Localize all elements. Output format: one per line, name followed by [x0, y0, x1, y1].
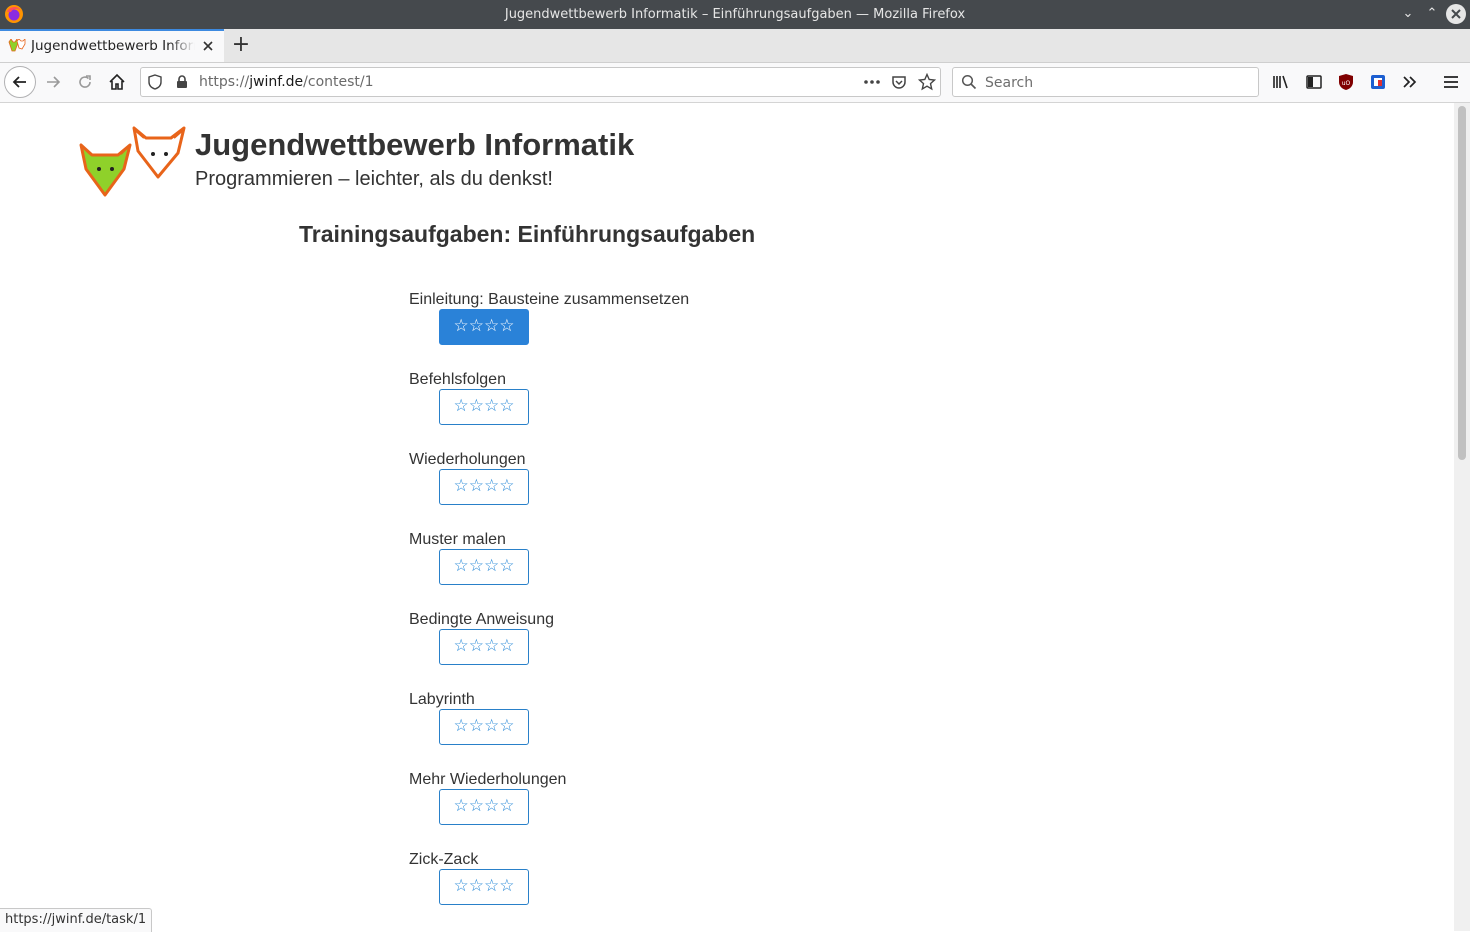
task-name: Zick-Zack	[409, 851, 479, 868]
maximize-window-icon[interactable]: ⌃	[1422, 4, 1442, 24]
task-name: Bedingte Anweisung	[409, 611, 554, 628]
forward-button[interactable]	[38, 67, 68, 97]
url-text[interactable]: https://jwinf.de/contest/1	[199, 68, 374, 96]
site-title: Jugendwettbewerb Informatik	[195, 127, 635, 162]
task-open-button[interactable]: ☆☆☆☆	[439, 869, 529, 905]
tab-jugendwettbewerb[interactable]: Jugendwettbewerb Informatik – Einführung…	[0, 29, 224, 62]
address-bar[interactable]: https://jwinf.de/contest/1	[140, 67, 941, 97]
library-icon	[1273, 75, 1288, 89]
tab-close-icon[interactable]	[199, 37, 217, 55]
url-path: /contest/1	[303, 74, 374, 90]
task-open-button[interactable]: ☆☆☆☆	[439, 629, 529, 665]
back-button[interactable]	[4, 66, 36, 98]
url-scheme: https://	[199, 74, 250, 90]
container-extension-button[interactable]	[1363, 67, 1393, 97]
hamburger-menu-button[interactable]	[1436, 67, 1466, 97]
sidebar-icon	[1306, 75, 1322, 89]
page-actions-icon[interactable]	[863, 75, 881, 89]
jwinf-foxes-logo-icon[interactable]	[78, 125, 188, 200]
tab-strip: Jugendwettbewerb Informatik – Einführung…	[0, 29, 1470, 63]
task-open-button[interactable]: ☆☆☆☆	[439, 389, 529, 425]
new-tab-button[interactable]: +	[230, 32, 252, 58]
task-name: Einleitung: Bausteine zusammensetzen	[409, 291, 690, 308]
search-bar[interactable]	[952, 67, 1259, 97]
lock-icon[interactable]	[175, 75, 189, 89]
page-content: Jugendwettbewerb Informatik Programmiere…	[0, 103, 1454, 931]
task-name: Befehlsfolgen	[409, 371, 506, 388]
contest-title: Trainingsaufgaben: Einführungsaufgaben	[299, 221, 756, 247]
task-open-button[interactable]: ☆☆☆☆	[439, 709, 529, 745]
status-link-preview: https://jwinf.de/task/1	[0, 908, 153, 932]
task-open-button[interactable]: ☆☆☆☆	[439, 789, 529, 825]
close-window-button[interactable]	[1446, 4, 1466, 24]
hamburger-menu-icon	[1444, 76, 1458, 88]
reload-button[interactable]	[70, 67, 100, 97]
jwinf-foxes-icon	[8, 39, 26, 52]
site-subtitle: Programmieren – leichter, als du denkst!	[195, 168, 553, 190]
page-scrollbar[interactable]	[1454, 103, 1470, 931]
task-open-button[interactable]: ☆☆☆☆	[439, 549, 529, 585]
home-button[interactable]	[102, 67, 132, 97]
container-extension-icon	[1371, 75, 1385, 89]
tracking-shield-icon[interactable]	[147, 74, 163, 90]
back-arrow-icon	[12, 76, 26, 88]
task-name: Labyrinth	[409, 691, 475, 708]
close-window-icon	[1451, 9, 1461, 19]
chevron-double-right-icon	[1403, 76, 1417, 88]
url-domain: jwinf.de	[249, 74, 304, 90]
reload-icon	[79, 75, 91, 88]
tab-label: Jugendwettbewerb Informatik – Einführung…	[31, 31, 195, 61]
ublock-origin-icon: uO	[1339, 74, 1353, 90]
navigation-toolbar: https://jwinf.de/contest/1 uO	[0, 63, 1470, 103]
sidebar-toggle-button[interactable]	[1299, 67, 1329, 97]
task-open-button[interactable]: ☆☆☆☆	[439, 469, 529, 505]
window-title: Jugendwettbewerb Informatik – Einführung…	[504, 7, 966, 22]
scrollbar-thumb[interactable]	[1458, 106, 1466, 460]
pocket-icon[interactable]	[891, 74, 907, 90]
bookmark-star-icon[interactable]	[918, 73, 936, 91]
ublock-origin-button[interactable]: uO	[1331, 67, 1361, 97]
overflow-menu-button[interactable]	[1395, 67, 1425, 97]
minimize-window-icon[interactable]: ⌄	[1398, 4, 1418, 24]
search-input[interactable]	[983, 72, 1247, 94]
task-name: Muster malen	[409, 531, 506, 548]
forward-arrow-icon	[47, 76, 61, 88]
svg-text:uO: uO	[1342, 80, 1351, 87]
library-button[interactable]	[1266, 67, 1296, 97]
home-icon	[109, 73, 125, 90]
task-name: Wiederholungen	[409, 451, 526, 468]
task-name: Mehr Wiederholungen	[409, 771, 567, 788]
window-title-bar: Jugendwettbewerb Informatik – Einführung…	[0, 0, 1470, 29]
search-icon	[961, 74, 977, 90]
task-open-button[interactable]: ☆☆☆☆	[439, 309, 529, 345]
